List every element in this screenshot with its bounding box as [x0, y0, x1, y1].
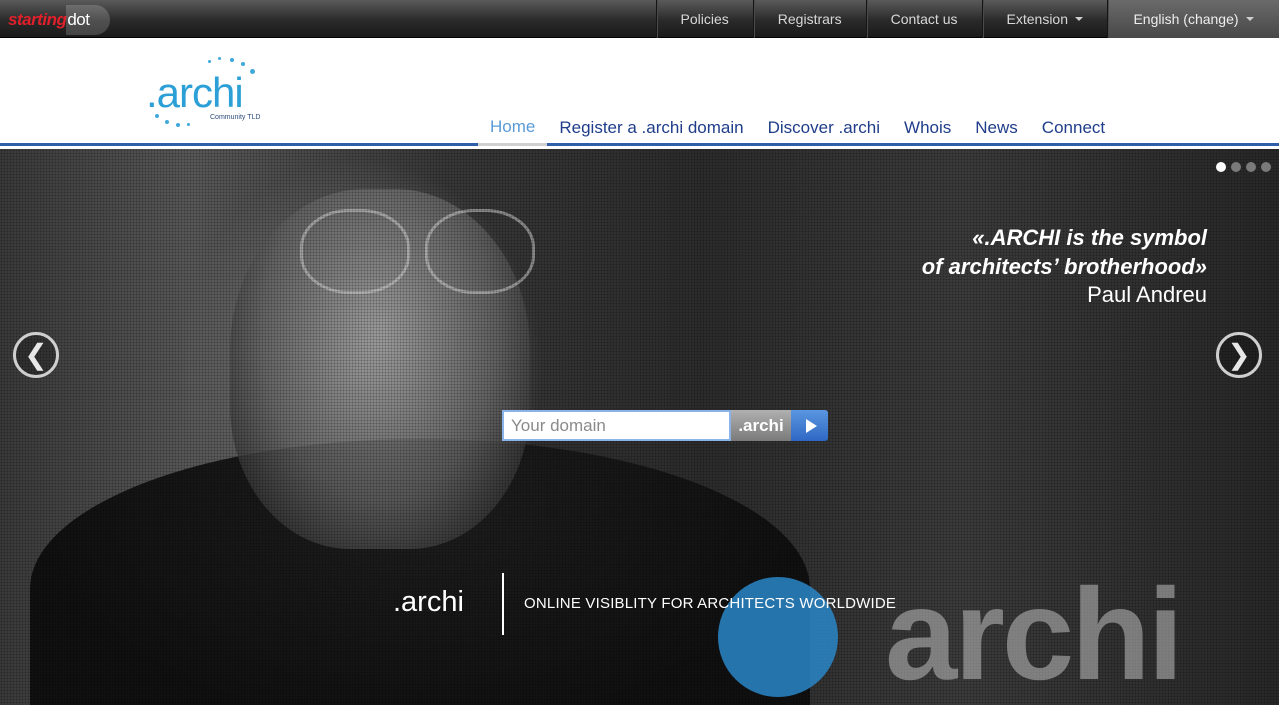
hero-divider	[502, 573, 504, 635]
slider-pagination	[1216, 162, 1271, 172]
hero-brand: .archi	[393, 586, 464, 618]
top-nav-extension-dropdown[interactable]: Extension	[981, 0, 1107, 38]
nav-discover[interactable]: Discover .archi	[756, 110, 892, 146]
top-nav-contact[interactable]: Contact us	[865, 0, 982, 38]
brand-part-2: dot	[67, 10, 90, 29]
quote-author: Paul Andreu	[1087, 282, 1207, 307]
nav-register[interactable]: Register a .archi domain	[547, 110, 755, 146]
prev-slide-button[interactable]: ❮	[13, 332, 59, 378]
chevron-right-icon: ❯	[1227, 339, 1251, 370]
background-wordmark: archi	[885, 561, 1184, 705]
nav-connect[interactable]: Connect	[1030, 110, 1117, 146]
caret-down-icon	[1245, 17, 1254, 21]
caret-down-icon	[1075, 17, 1083, 21]
search-submit-button[interactable]	[791, 410, 828, 441]
site-header: .archi Community TLD Home Register a .ar…	[0, 38, 1279, 146]
logo-dot	[187, 123, 190, 126]
top-nav-registrars[interactable]: Registrars	[752, 0, 866, 38]
logo-dot	[176, 123, 180, 127]
slide-dot-4[interactable]	[1261, 162, 1271, 172]
logo-dot	[250, 69, 255, 74]
logo-dot	[230, 58, 234, 62]
chevron-left-icon: ❮	[24, 339, 48, 370]
language-label: English (change)	[1133, 11, 1239, 27]
nav-home[interactable]: Home	[478, 110, 548, 146]
logo-tagline: Community TLD	[210, 114, 261, 121]
slide-dot-3[interactable]	[1246, 162, 1256, 172]
quote-line-2: of architects’ brotherhood»	[921, 254, 1207, 279]
quote-line-1: «.ARCHI is the symbol	[972, 225, 1207, 250]
nav-whois[interactable]: Whois	[892, 110, 963, 146]
archi-logo[interactable]: .archi Community TLD	[146, 56, 276, 132]
logo-wordmark: .archi	[146, 69, 244, 116]
top-nav-policies[interactable]: Policies	[655, 0, 753, 38]
language-dropdown[interactable]: English (change)	[1107, 0, 1279, 38]
logo-dot	[208, 60, 211, 63]
hero-photo-glasses	[300, 209, 540, 299]
slide-dot-2[interactable]	[1231, 162, 1241, 172]
startingdot-logo[interactable]: starting dot	[8, 5, 110, 35]
play-arrow-icon	[805, 418, 817, 433]
logo-dot	[165, 120, 169, 124]
domain-search-input[interactable]	[502, 410, 731, 441]
hero-quote: «.ARCHI is the symbol of architects’ bro…	[922, 223, 1207, 309]
main-nav: Home Register a .archi domain Discover .…	[478, 110, 1117, 146]
logo-dot	[218, 57, 221, 60]
glasses-lens	[425, 209, 535, 294]
hero-slider: archi «.ARCHI is the symbol of architect…	[0, 149, 1279, 705]
top-nav-label: Contact us	[890, 11, 958, 27]
top-nav-label: Extension	[1006, 11, 1068, 27]
top-nav-label: Policies	[680, 11, 729, 27]
glasses-lens	[300, 209, 410, 294]
top-bar: starting dot Policies Registrars Contact…	[0, 0, 1279, 38]
hero-slogan: ONLINE VISIBLITY FOR ARCHITECTS WORLDWID…	[524, 595, 897, 612]
brand-part-1: starting	[8, 10, 67, 29]
tld-label: .archi	[731, 410, 791, 441]
logo-dot	[241, 62, 245, 66]
slide-dot-1[interactable]	[1216, 162, 1226, 172]
domain-search: .archi	[502, 410, 828, 441]
top-nav-label: Registrars	[777, 11, 842, 27]
nav-news[interactable]: News	[963, 110, 1030, 146]
top-nav: Policies Registrars Contact us Extension…	[655, 0, 1279, 38]
next-slide-button[interactable]: ❯	[1216, 332, 1262, 378]
